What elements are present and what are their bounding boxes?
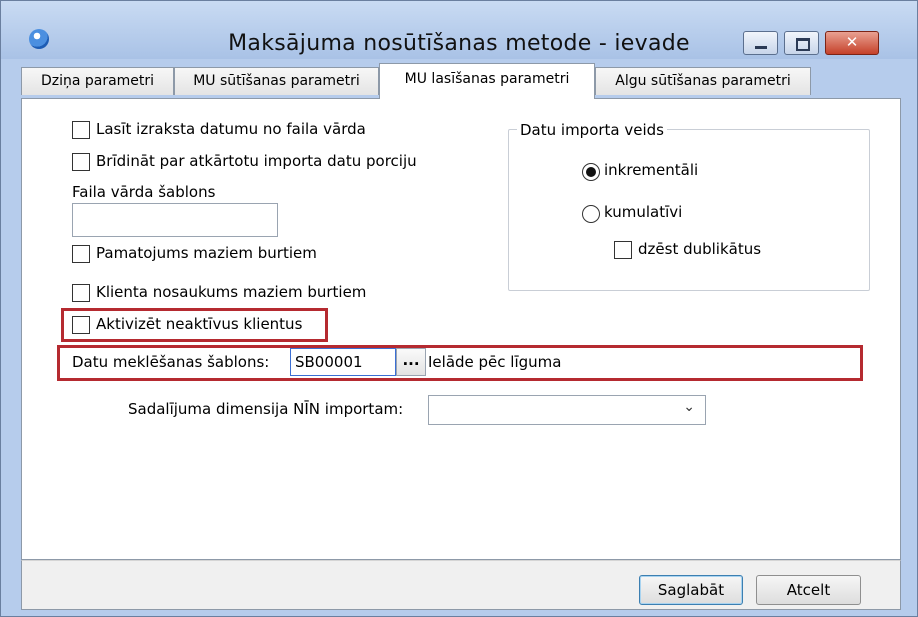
maximize-button[interactable] xyxy=(784,31,819,55)
reason-lowercase-checkbox[interactable] xyxy=(72,245,90,263)
browse-template-button[interactable]: ... xyxy=(396,348,426,376)
import-type-title: Datu importa veids xyxy=(517,121,667,139)
client-lowercase-label: Klienta nosaukums maziem burtiem xyxy=(96,283,367,301)
warn-repeated-label: Brīdināt par atkārtotu importa datu porc… xyxy=(96,152,417,170)
read-date-checkbox[interactable] xyxy=(72,121,90,139)
delete-duplicates-checkbox[interactable] xyxy=(614,241,632,259)
search-template-description: Ielāde pēc līguma xyxy=(428,353,562,371)
incremental-label: inkrementāli xyxy=(604,161,699,179)
tab-strip: Dziņa parametri MU sūtīšanas parametri M… xyxy=(21,63,901,99)
tab-mu-lasisanas-parametri[interactable]: MU lasīšanas parametri xyxy=(379,63,595,99)
dimension-label: Sadalījuma dimensija NĪN importam: xyxy=(128,400,404,418)
cumulative-radio[interactable] xyxy=(582,205,600,223)
close-button[interactable] xyxy=(825,31,879,55)
filename-template-label: Faila vārda šablons xyxy=(72,183,216,201)
activate-clients-checkbox[interactable] xyxy=(72,316,90,334)
title-bar[interactable]: Maksājuma nosūtīšanas metode - ievade xyxy=(1,1,917,59)
window-title: Maksājuma nosūtīšanas metode - ievade xyxy=(228,31,690,56)
tab-mu-sutisanas-parametri[interactable]: MU sūtīšanas parametri xyxy=(174,67,379,95)
dialog-window: Maksājuma nosūtīšanas metode - ievade Dz… xyxy=(0,0,918,617)
button-bar: Saglabāt Atcelt xyxy=(21,560,901,610)
import-type-group xyxy=(508,129,870,291)
search-template-label: Datu meklēšanas šablons: xyxy=(72,353,270,371)
delete-duplicates-label: dzēst dublikātus xyxy=(638,240,762,258)
read-date-label: Lasīt izraksta datumu no faila vārda xyxy=(96,120,366,138)
cancel-button[interactable]: Atcelt xyxy=(756,575,861,605)
tab-dzina-parametri[interactable]: Dziņa parametri xyxy=(21,67,174,95)
tab-algu-sutisanas-parametri[interactable]: Algu sūtīšanas parametri xyxy=(595,67,811,95)
search-template-input[interactable]: SB00001 xyxy=(290,348,396,376)
warn-repeated-checkbox[interactable] xyxy=(72,153,90,171)
incremental-radio[interactable] xyxy=(582,163,600,181)
reason-lowercase-label: Pamatojums maziem burtiem xyxy=(96,244,317,262)
cumulative-label: kumulatīvi xyxy=(604,203,683,221)
client-lowercase-checkbox[interactable] xyxy=(72,284,90,302)
tab-panel: Lasīt izraksta datumu no faila vārda Brī… xyxy=(21,98,901,560)
save-button[interactable]: Saglabāt xyxy=(639,575,743,605)
filename-template-input[interactable] xyxy=(72,203,278,237)
minimize-button[interactable] xyxy=(743,31,778,55)
dimension-select[interactable]: ⌄ xyxy=(428,395,706,425)
activate-clients-label: Aktivizēt neaktīvus klientus xyxy=(96,315,303,333)
chevron-down-icon[interactable]: ⌄ xyxy=(683,399,695,415)
